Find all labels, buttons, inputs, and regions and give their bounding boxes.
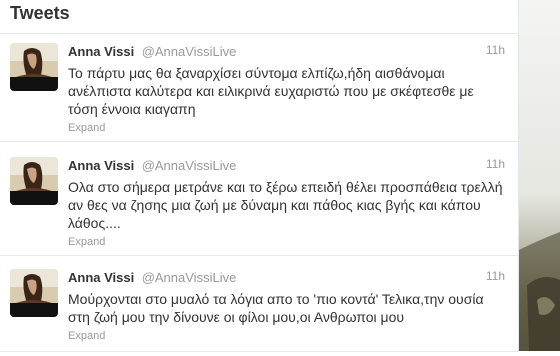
background-image: [519, 0, 560, 351]
expand-link[interactable]: Expand: [68, 236, 508, 248]
tweet-username[interactable]: @AnnaVissiLive: [142, 270, 237, 285]
tweet-header: Anna Vissi @AnnaVissiLive 11h: [68, 269, 508, 285]
expand-link[interactable]: Expand: [68, 122, 508, 134]
tweet-text: Ολα στο σήμερα μετράνε και το ξέρω επειδ…: [68, 179, 503, 231]
tweet-timestamp[interactable]: 11h: [486, 157, 505, 171]
tweet-timestamp[interactable]: 11h: [486, 43, 505, 57]
avatar-image: [10, 157, 58, 205]
tweet-item[interactable]: Anna Vissi @AnnaVissiLive 11h Το πάρτυ μ…: [0, 34, 518, 142]
stream-header: Tweets: [0, 0, 518, 34]
tweet-username[interactable]: @AnnaVissiLive: [142, 158, 237, 173]
tweet-content: Anna Vissi @AnnaVissiLive 11h Μούρχονται…: [68, 269, 508, 342]
tweet-header: Anna Vissi @AnnaVissiLive 11h: [68, 157, 508, 173]
tweet-username[interactable]: @AnnaVissiLive: [142, 44, 237, 59]
avatar-image: [10, 43, 58, 91]
tweet-content: Anna Vissi @AnnaVissiLive 11h Το πάρτυ μ…: [68, 43, 508, 134]
avatar[interactable]: [10, 269, 58, 317]
avatar[interactable]: [10, 157, 58, 205]
stream-title: Tweets: [10, 3, 70, 23]
tweet-fullname[interactable]: Anna Vissi: [68, 270, 134, 285]
tweet-item[interactable]: Anna Vissi @AnnaVissiLive 11h Ολα στο σή…: [0, 148, 518, 256]
tweet-fullname[interactable]: Anna Vissi: [68, 158, 134, 173]
expand-link[interactable]: Expand: [68, 330, 508, 342]
tweet-stream: Tweets Anna Vissi @AnnaVissiLive 11h Το …: [0, 0, 519, 352]
tweet-item[interactable]: Anna Vissi @AnnaVissiLive 11h Μούρχονται…: [0, 260, 518, 352]
tweet-timestamp[interactable]: 11h: [486, 269, 505, 283]
tweet-text: Μούρχονται στο μυαλό τα λόγια απο το 'πι…: [68, 291, 484, 325]
tweet-content: Anna Vissi @AnnaVissiLive 11h Ολα στο σή…: [68, 157, 508, 248]
background-photo: [519, 0, 560, 351]
avatar[interactable]: [10, 43, 58, 91]
tweet-header: Anna Vissi @AnnaVissiLive 11h: [68, 43, 508, 59]
tweet-text: Το πάρτυ μας θα ξαναρχίσει σύντομα ελπίζ…: [68, 65, 474, 117]
tweet-fullname[interactable]: Anna Vissi: [68, 44, 134, 59]
avatar-image: [10, 269, 58, 317]
